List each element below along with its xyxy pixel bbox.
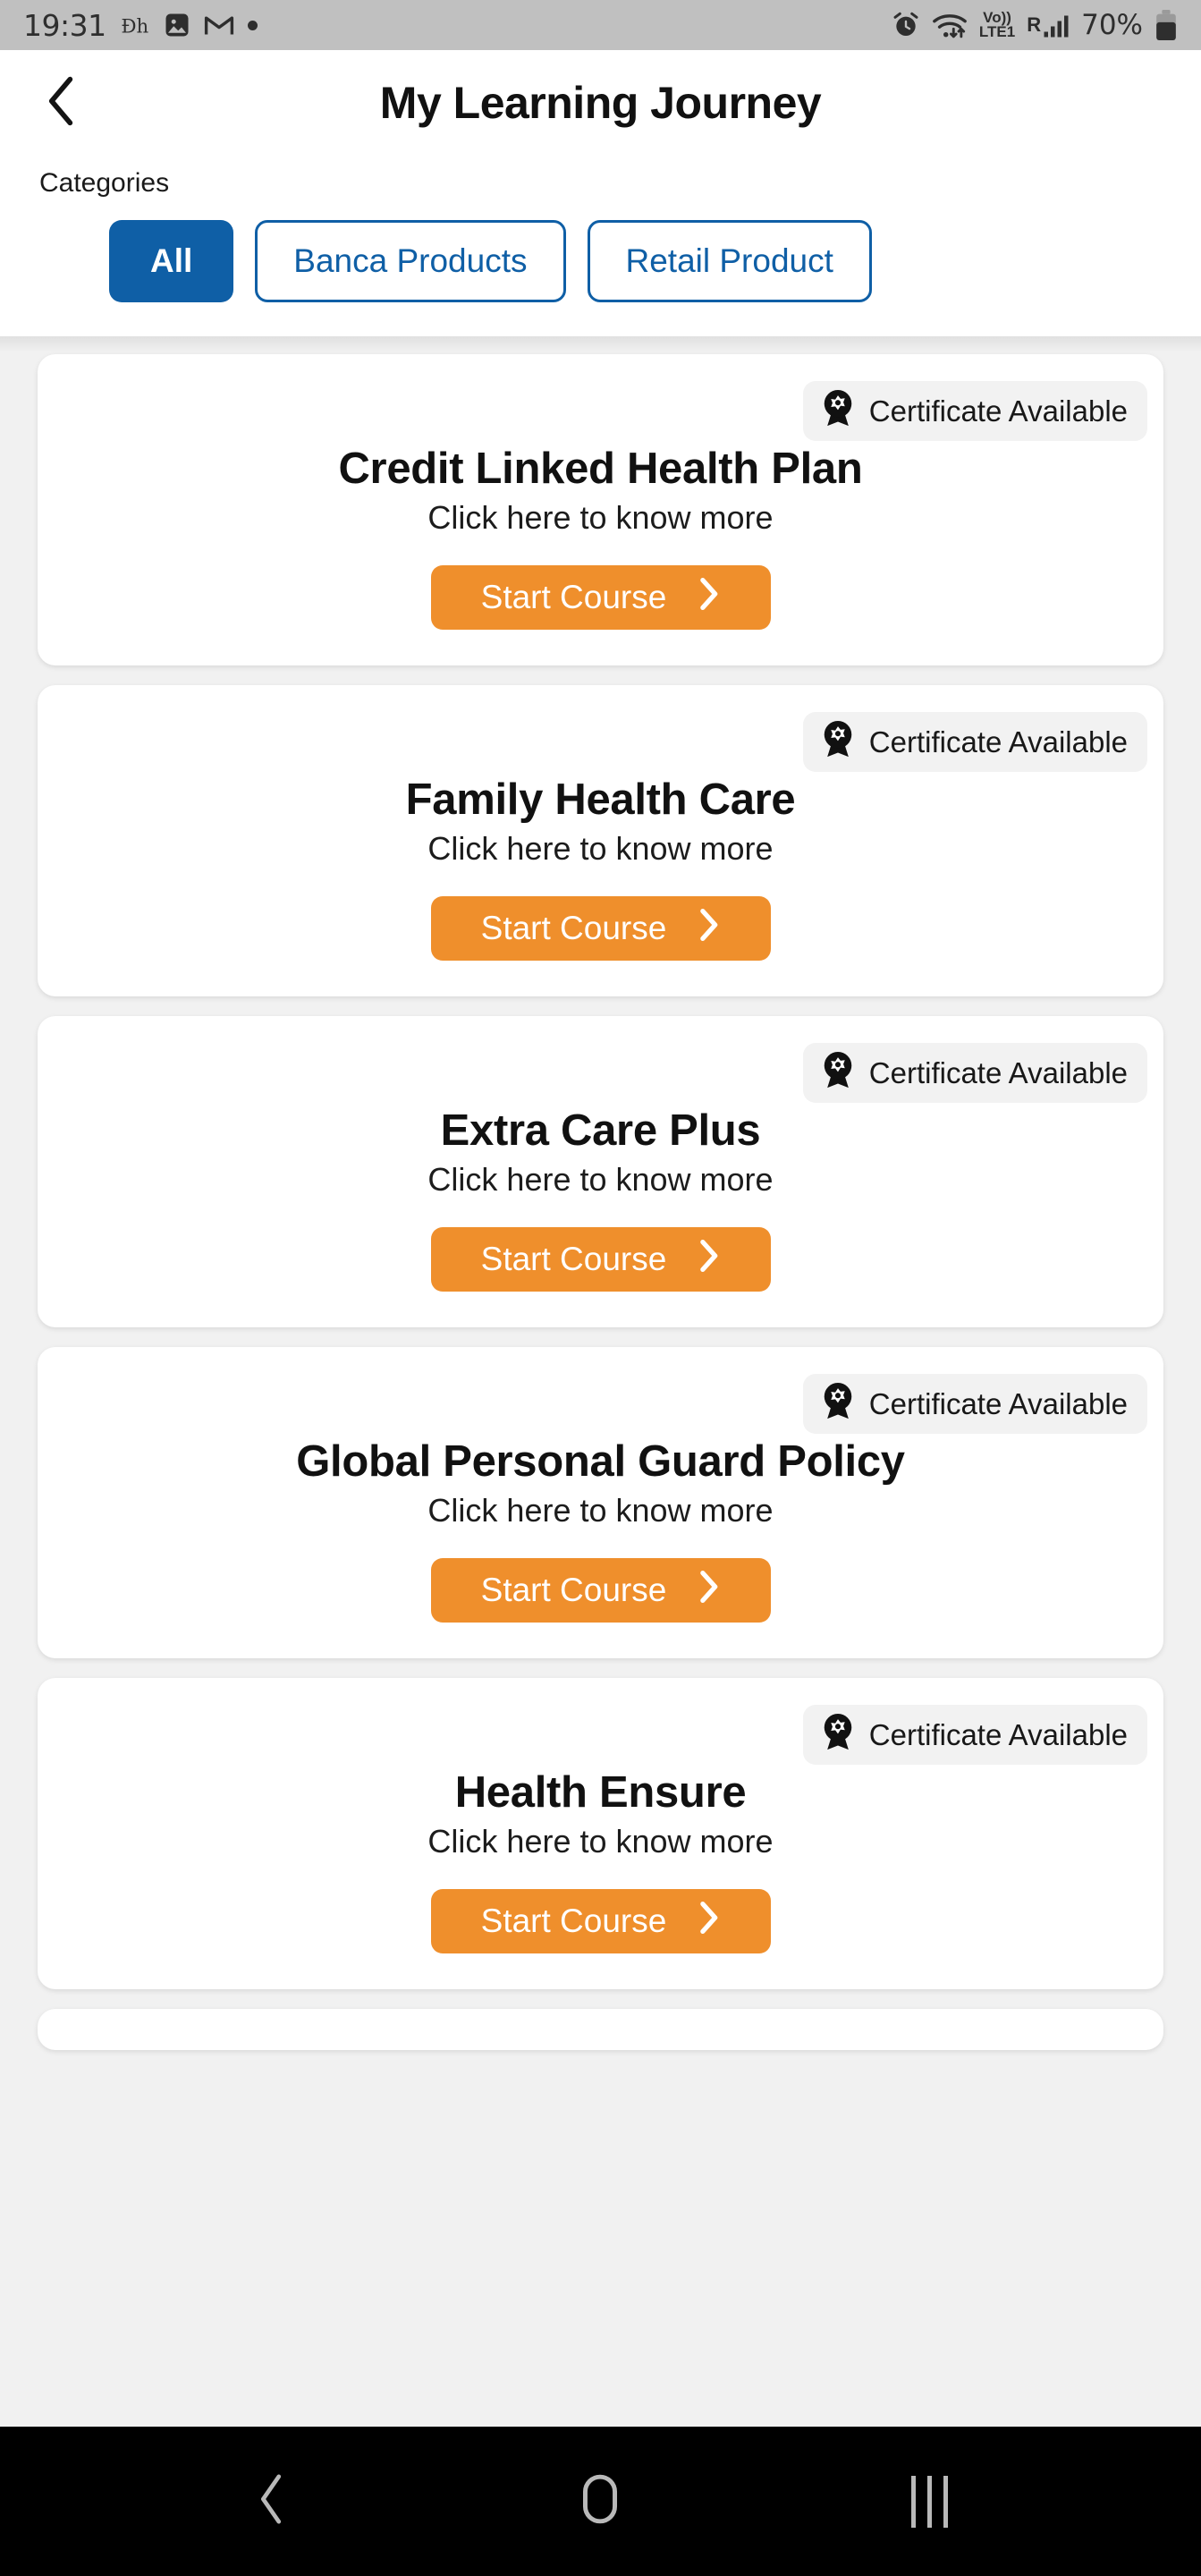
phone-screen: 19:31 Ðh Vo)) LTE1 R 70% My Learning Jou… [0,0,1201,2576]
course-title: Global Personal Guard Policy [296,1437,905,1486]
start-course-label: Start Course [480,910,667,946]
start-course-button[interactable]: Start Course [430,1889,771,1953]
gmail-icon [204,12,234,38]
start-course-button[interactable]: Start Course [430,565,771,630]
certificate-award-icon [819,1381,857,1427]
course-card-partial[interactable] [38,2009,1163,2050]
course-card[interactable]: Certificate Available Credit Linked Heal… [38,354,1163,665]
course-title: Health Ensure [454,1768,747,1817]
start-course-button[interactable]: Start Course [430,1227,771,1292]
status-clock: 19:31 [23,7,106,43]
wifi-icon [932,11,968,39]
nav-home-button[interactable] [533,2453,667,2551]
course-subtitle: Click here to know more [427,1823,774,1860]
nav-back-button[interactable] [205,2453,339,2551]
page-title: My Learning Journey [379,78,822,128]
start-course-label: Start Course [480,579,667,615]
course-subtitle: Click here to know more [427,1492,774,1529]
certificate-badge-label: Certificate Available [868,1386,1128,1420]
gallery-icon [164,12,190,38]
course-title: Credit Linked Health Plan [338,445,863,493]
course-list: Certificate Available Credit Linked Heal… [0,352,1201,2050]
back-nav-icon [254,2471,290,2531]
certificate-badge-label: Certificate Available [868,1717,1128,1751]
categories-section: Categories All Banca Products Retail Pro… [0,156,1201,336]
certificate-badge: Certificate Available [802,1043,1147,1103]
category-chip-row[interactable]: All Banca Products Retail Product [0,220,1201,302]
status-bar: 19:31 Ðh Vo)) LTE1 R 70% [0,0,1201,50]
certificate-award-icon [819,1712,857,1758]
chevron-right-icon [697,1569,720,1613]
category-chip-retail-product[interactable]: Retail Product [587,220,872,302]
certificate-badge: Certificate Available [802,712,1147,772]
header-divider-shadow [0,336,1201,352]
recents-nav-icon [910,2475,948,2528]
chevron-right-icon [697,1900,720,1944]
certificate-award-icon [819,719,857,765]
start-course-label: Start Course [480,1241,667,1277]
svg-text:Ðh: Ðh [121,16,148,38]
start-course-button[interactable]: Start Course [430,896,771,961]
certificate-award-icon [819,388,857,434]
category-chip-banca-products[interactable]: Banca Products [255,220,566,302]
app-header: My Learning Journey [0,50,1201,156]
back-button[interactable] [30,72,93,134]
chevron-right-icon [697,576,720,620]
category-chip-all[interactable]: All [109,220,234,302]
certificate-badge-label: Certificate Available [868,394,1128,428]
course-card[interactable]: Certificate Available Health Ensure Clic… [38,1678,1163,1989]
course-card[interactable]: Certificate Available Global Personal Gu… [38,1347,1163,1658]
battery-percent-label: 70% [1081,9,1143,41]
categories-label: Categories [39,168,170,198]
course-card[interactable]: Certificate Available Family Health Care… [38,685,1163,996]
course-title: Extra Care Plus [440,1106,761,1155]
start-course-button[interactable]: Start Course [430,1558,771,1623]
course-subtitle: Click here to know more [427,830,774,867]
chevron-left-icon [41,74,82,132]
certificate-badge: Certificate Available [802,1705,1147,1765]
certificate-award-icon [819,1050,857,1096]
notification-dot-icon [247,20,258,30]
certificate-badge: Certificate Available [802,1374,1147,1434]
volte-icon: Vo)) LTE1 [978,9,1016,40]
battery-icon [1154,10,1178,40]
course-subtitle: Click here to know more [427,499,774,536]
course-title: Family Health Care [405,775,796,824]
roaming-signal-icon: R [1027,12,1070,38]
start-course-label: Start Course [480,1572,667,1608]
status-bar-right: Vo)) LTE1 R 70% [892,9,1178,41]
disney-plus-icon: Ðh [120,10,150,40]
certificate-badge: Certificate Available [802,381,1147,441]
alarm-icon [892,11,920,39]
chevron-right-icon [697,907,720,951]
home-nav-icon [578,2471,622,2531]
nav-recents-button[interactable] [862,2453,996,2551]
android-nav-bar [0,2427,1201,2576]
course-subtitle: Click here to know more [427,1161,774,1198]
course-card[interactable]: Certificate Available Extra Care Plus Cl… [38,1016,1163,1327]
certificate-badge-label: Certificate Available [868,724,1128,758]
status-bar-left: 19:31 Ðh [23,8,258,43]
certificate-badge-label: Certificate Available [868,1055,1128,1089]
chevron-right-icon [697,1238,720,1282]
start-course-label: Start Course [480,1902,667,1939]
